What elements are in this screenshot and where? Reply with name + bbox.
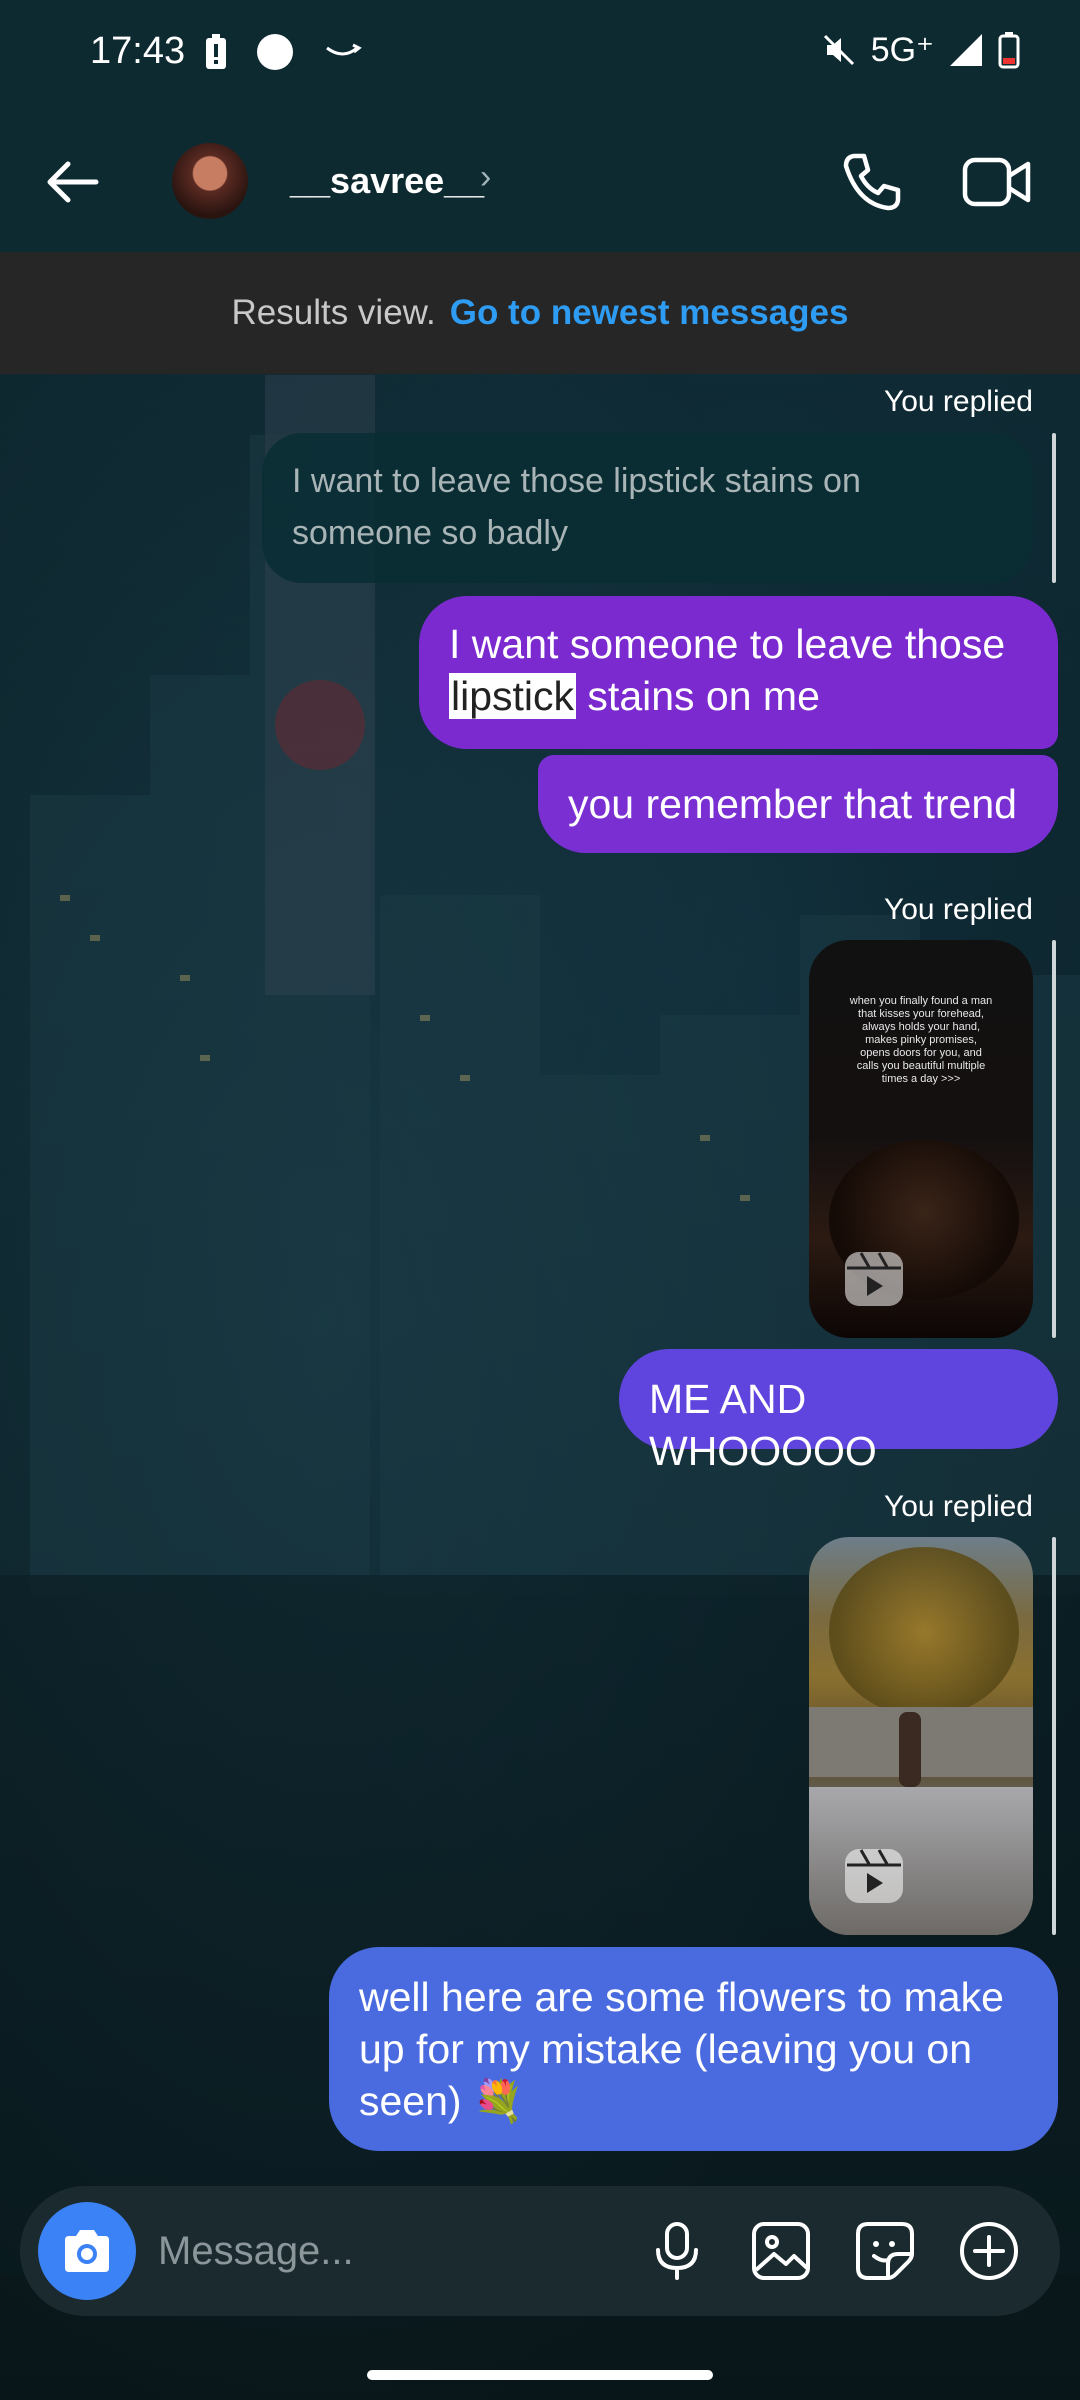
message-list[interactable]: You replied I want to leave those lipsti… — [0, 375, 1080, 2175]
sent-message[interactable]: you remember that trend — [538, 755, 1058, 853]
camera-button[interactable] — [38, 2202, 136, 2300]
reel-caption: when you finally found a man that kisses… — [849, 995, 993, 1085]
reel-thumbnail[interactable]: when you finally found a man that kisses… — [809, 940, 1033, 1338]
message-input[interactable]: Message... — [158, 2229, 354, 2274]
amazon-icon — [326, 43, 362, 56]
phone-icon[interactable] — [840, 150, 904, 214]
signal-icon — [950, 34, 982, 66]
back-arrow-icon[interactable] — [40, 150, 104, 214]
notification-dot-icon — [257, 34, 293, 70]
sticker-icon[interactable] — [854, 2220, 916, 2282]
status-time: 17:43 — [90, 30, 186, 72]
camera-icon — [65, 2230, 109, 2272]
reply-indicator-bar — [1052, 1537, 1056, 1935]
avatar[interactable] — [172, 143, 248, 219]
go-to-newest-link[interactable]: Go to newest messages — [450, 293, 849, 333]
reel-thumbnail[interactable] — [809, 1537, 1033, 1935]
results-view-label: Results view. — [231, 293, 436, 332]
reply-indicator-bar — [1052, 433, 1056, 583]
you-replied-label: You replied — [883, 893, 1033, 926]
search-highlight: lipstick — [449, 673, 577, 719]
battery-icon — [998, 32, 1020, 69]
chat-header: __savree__ › — [0, 110, 1080, 252]
results-view-banner: Results view. Go to newest messages — [0, 252, 1080, 374]
you-replied-label: You replied — [883, 385, 1033, 418]
you-replied-label: You replied — [883, 1490, 1033, 1523]
mute-icon — [823, 34, 854, 66]
chevron-right-icon[interactable]: › — [480, 158, 491, 197]
plus-circle-icon[interactable] — [958, 2220, 1020, 2282]
reply-indicator-bar — [1052, 940, 1056, 1338]
video-call-icon[interactable] — [962, 150, 1032, 214]
sent-message[interactable]: I want someone to leave those lipstick s… — [419, 596, 1058, 749]
microphone-icon[interactable] — [646, 2220, 708, 2282]
message-composer: Message... — [20, 2186, 1060, 2316]
sent-message[interactable]: well here are some flowers to make up fo… — [329, 1947, 1058, 2151]
status-bar: 17:43 5G⁺ — [0, 0, 1080, 110]
quoted-message[interactable]: I want to leave those lipstick stains on… — [262, 433, 1033, 583]
gallery-icon[interactable] — [750, 2220, 812, 2282]
chat-username[interactable]: __savree__ — [290, 160, 484, 202]
home-indicator[interactable] — [367, 2370, 713, 2380]
reel-icon — [845, 1849, 903, 1903]
reel-icon — [845, 1252, 903, 1306]
network-label: 5G⁺ — [870, 31, 934, 69]
sent-message[interactable]: ME AND WHOOOOO — [619, 1349, 1058, 1474]
battery-alert-icon — [206, 34, 226, 69]
